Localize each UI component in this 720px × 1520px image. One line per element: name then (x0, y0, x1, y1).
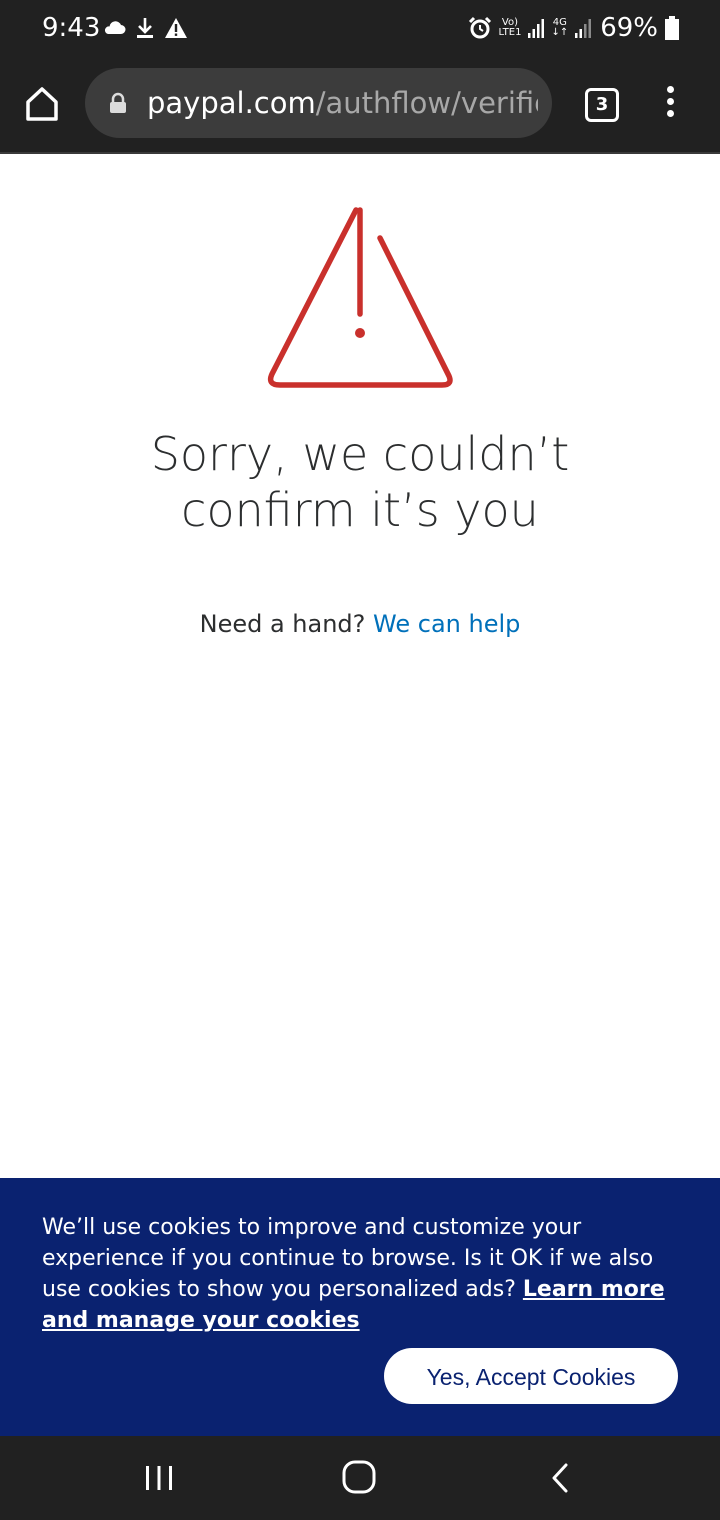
lock-icon (110, 92, 126, 113)
accept-cookies-button[interactable]: Yes, Accept Cookies (384, 1348, 678, 1404)
help-line: Need a hand? We can help (60, 608, 660, 640)
cloud-icon (104, 21, 126, 34)
network-label: Vo) LTE1 (498, 17, 522, 38)
url-domain: paypal.com (147, 86, 316, 120)
recents-icon[interactable] (144, 1464, 174, 1492)
status-bar: 9:43 Vo) LTE1 4G ↓↑ 69% (0, 0, 720, 56)
back-icon[interactable] (548, 1462, 572, 1494)
help-link[interactable]: We can help (373, 610, 520, 638)
cookie-banner: We’ll use cookies to improve and customi… (0, 1178, 720, 1436)
status-right-icons: Vo) LTE1 4G ↓↑ 69% (462, 12, 680, 44)
url-text: paypal.com/authflow/verific (147, 85, 538, 121)
signal-icon (528, 19, 545, 38)
battery-percent: 69% (600, 13, 658, 43)
system-nav-bar (0, 1436, 720, 1520)
signal-icon (575, 19, 592, 38)
warning-triangle-icon (267, 207, 453, 388)
status-time: 9:43 (42, 13, 101, 43)
page-title: Sorry, we couldn’t confirm it’s you (150, 427, 570, 537)
menu-icon[interactable] (662, 86, 678, 120)
tabs-button[interactable]: 3 (585, 88, 619, 122)
home-icon[interactable] (342, 1460, 376, 1494)
cookie-message: We’ll use cookies to improve and customi… (42, 1212, 690, 1336)
url-path: /authflow/verific (315, 86, 538, 120)
home-icon[interactable] (22, 84, 62, 124)
battery-icon (665, 16, 679, 40)
toolbar-divider (0, 152, 720, 154)
address-bar[interactable]: paypal.com/authflow/verific (85, 68, 552, 138)
warning-icon (165, 18, 187, 38)
network2-label: 4G ↓↑ (551, 17, 569, 38)
page: 9:43 Vo) LTE1 4G ↓↑ 69% paypal.com/authf… (0, 0, 720, 1520)
browser-toolbar: paypal.com/authflow/verific 3 (0, 56, 720, 152)
status-left-icons (102, 14, 198, 42)
help-prompt: Need a hand? (199, 610, 366, 638)
alarm-icon (469, 16, 492, 39)
download-icon (137, 18, 153, 38)
